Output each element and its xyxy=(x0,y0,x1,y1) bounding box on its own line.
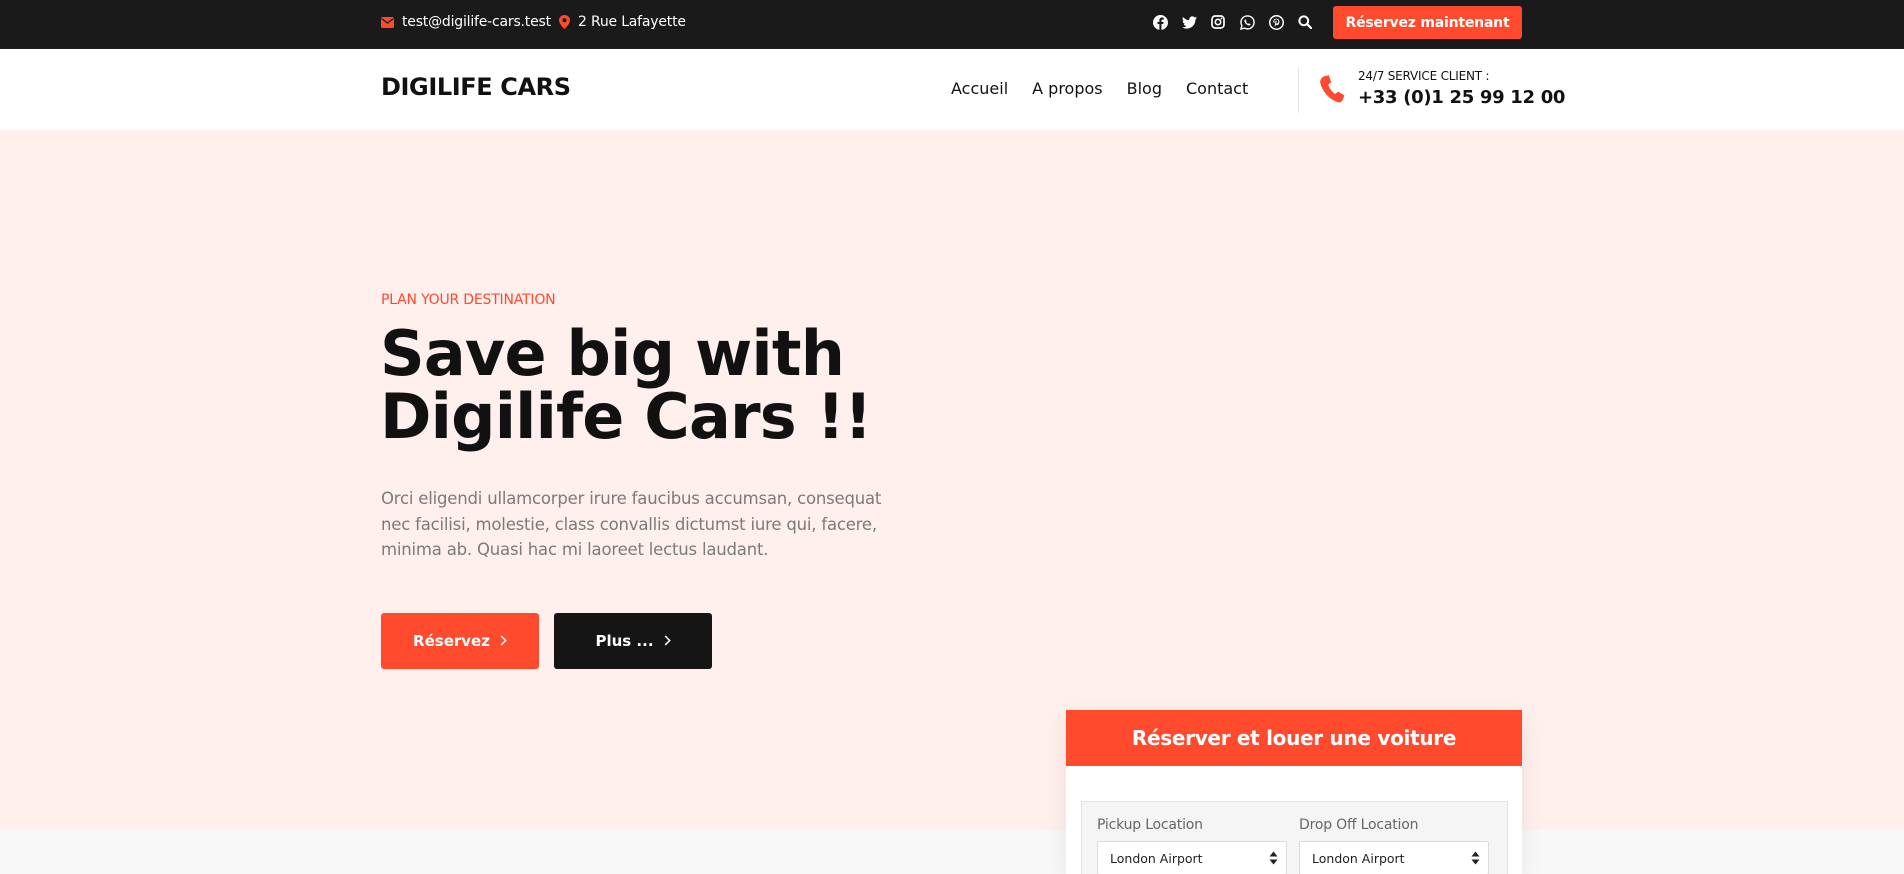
pickup-select[interactable]: London Airport xyxy=(1097,841,1287,874)
hero-eyebrow: PLAN YOUR DESTINATION xyxy=(381,292,556,308)
address-text: 2 Rue Lafayette xyxy=(578,14,686,30)
hero-description: Orci eligendi ullamcorper irure faucibus… xyxy=(381,489,882,559)
contact-address[interactable]: 2 Rue Lafayette xyxy=(559,0,686,44)
main-header: DIGILIFE CARS Accueil A propos Blog Cont… xyxy=(0,49,1904,130)
nav-item-a-propos[interactable]: A propos xyxy=(1032,79,1102,98)
twitter-icon[interactable] xyxy=(1181,14,1197,30)
pinterest-icon[interactable] xyxy=(1268,14,1284,30)
headline-line-1: Save big with xyxy=(380,317,845,390)
facebook-icon[interactable] xyxy=(1152,14,1168,30)
reserve-button[interactable]: Réservez xyxy=(381,613,539,669)
booking-fields: Pickup Location Drop Off Location London… xyxy=(1081,801,1508,874)
nav-item-contact[interactable]: Contact xyxy=(1186,79,1248,98)
pickup-value: London Airport xyxy=(1110,850,1203,866)
headline-line-2: Digilife Cars !! xyxy=(380,380,872,453)
instagram-icon[interactable] xyxy=(1210,14,1226,30)
envelope-icon xyxy=(381,16,394,28)
email-text: test@digilife-cars.test xyxy=(402,14,551,30)
map-pin-icon xyxy=(559,15,570,29)
pickup-label: Pickup Location xyxy=(1097,817,1203,833)
whatsapp-icon[interactable] xyxy=(1239,14,1255,30)
header-divider xyxy=(1298,67,1299,113)
service-phone[interactable]: +33 (0)1 25 99 12 00 xyxy=(1358,87,1565,108)
booking-title: Réserver et louer une voiture xyxy=(1066,710,1522,766)
main-nav: Accueil A propos Blog Contact xyxy=(951,79,1248,98)
dropoff-value: London Airport xyxy=(1312,850,1405,866)
dropoff-label: Drop Off Location xyxy=(1299,817,1419,833)
book-now-button[interactable]: Réservez maintenant xyxy=(1333,6,1522,39)
select-arrows-icon xyxy=(1471,851,1480,868)
reserve-button-label: Réservez xyxy=(413,632,490,650)
nav-item-blog[interactable]: Blog xyxy=(1127,79,1162,98)
hero-section: PLAN YOUR DESTINATION Save big with Digi… xyxy=(0,130,1904,830)
more-button[interactable]: Plus ... xyxy=(554,613,712,669)
select-arrows-icon xyxy=(1269,851,1278,868)
search-icon[interactable] xyxy=(1297,14,1313,30)
chevron-right-icon xyxy=(500,632,507,650)
service-label: 24/7 SERVICE CLIENT : xyxy=(1358,69,1490,83)
more-button-label: Plus ... xyxy=(595,632,654,650)
dropoff-select[interactable]: London Airport xyxy=(1299,841,1489,874)
booking-form: Réserver et louer une voiture Pickup Loc… xyxy=(1066,710,1522,874)
nav-item-accueil[interactable]: Accueil xyxy=(951,79,1008,98)
social-links xyxy=(1152,0,1313,44)
hero-headline: Save big with Digilife Cars !! xyxy=(380,322,900,448)
chevron-right-icon xyxy=(664,632,671,650)
site-logo[interactable]: DIGILIFE CARS xyxy=(381,73,571,101)
phone-icon xyxy=(1319,75,1345,107)
contact-email[interactable]: test@digilife-cars.test xyxy=(381,0,551,44)
top-bar: test@digilife-cars.test 2 Rue Lafayette … xyxy=(0,0,1904,49)
